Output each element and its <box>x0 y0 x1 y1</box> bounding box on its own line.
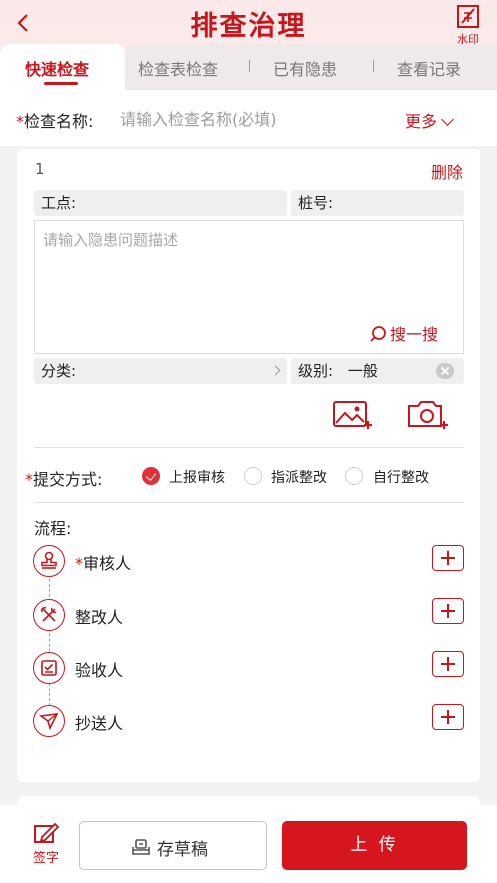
more-button[interactable]: 更多 <box>405 108 454 132</box>
submit-method-label: *提交方式: <box>25 466 102 490</box>
upload-button[interactable]: 上 传 <box>282 821 467 870</box>
tab-label: 快速检查 <box>25 60 90 79</box>
radio-report-review[interactable] <box>142 467 160 485</box>
clear-icon[interactable] <box>436 363 454 379</box>
flow-step-rectifier <box>33 599 65 631</box>
category-select[interactable]: 分类: <box>34 358 287 384</box>
send-icon <box>39 713 59 731</box>
save-draft-button[interactable]: 存草稿 <box>79 821 267 870</box>
hazard-index: 1 <box>35 160 45 178</box>
flow-connector <box>49 559 50 721</box>
watermark-icon <box>457 5 479 28</box>
submit-method-label-text: 提交方式: <box>33 470 103 489</box>
sign-button[interactable]: 签字 <box>28 823 64 867</box>
search-icon <box>370 326 386 342</box>
delete-button[interactable]: 删除 <box>431 159 463 183</box>
flow-step-acceptor <box>33 652 65 684</box>
signature-icon <box>34 823 59 843</box>
radio-report-review-label[interactable]: 上报审核 <box>169 467 225 487</box>
flow-step-reviewer <box>33 545 65 577</box>
flow-step-rectifier-name: 整改人 <box>75 608 124 627</box>
chevron-down-icon <box>441 113 454 126</box>
chevron-right-icon <box>270 365 281 376</box>
camera-add-icon <box>408 401 448 429</box>
radio-self-rectify-label[interactable]: 自行整改 <box>373 467 429 487</box>
header: 排查治理 水印 <box>0 0 497 48</box>
add-image-button[interactable] <box>332 399 374 435</box>
flow-step-acceptor-name: 验收人 <box>75 661 124 680</box>
required-mark: * <box>75 554 83 573</box>
search-label: 搜一搜 <box>390 325 439 344</box>
active-tab-indicator <box>44 82 78 85</box>
more-label: 更多 <box>405 112 438 131</box>
check-name-row: *检查名称: 更多 <box>0 90 497 146</box>
divider <box>34 447 464 448</box>
radio-self-rectify[interactable] <box>345 467 363 485</box>
reviewer-label: 审核人 <box>83 554 132 573</box>
stamp-icon <box>41 551 57 569</box>
watermark-button[interactable]: 水印 <box>451 4 485 46</box>
tab-quick-check[interactable]: 快速检查 <box>0 44 125 90</box>
checklist-icon <box>41 660 57 676</box>
add-rectifier-button[interactable] <box>432 598 464 624</box>
add-reviewer-button[interactable] <box>432 545 464 571</box>
radio-assign-rectify[interactable] <box>244 467 262 485</box>
level-select[interactable]: 级别: 一般 <box>291 358 464 384</box>
flow-step-cc-name: 抄送人 <box>75 714 124 733</box>
hazard-card: 1 删除 工点: 桩号: 搜一搜 分类: 级别: 一般 <box>17 149 480 782</box>
sign-label: 签字 <box>32 851 59 866</box>
divider <box>34 502 464 503</box>
category-label: 分类: <box>41 362 77 380</box>
tab-bar: 快速检查 检查表检查 已有隐患 查看记录 <box>0 44 497 90</box>
tools-icon <box>40 606 57 622</box>
level-value: 一般 <box>347 362 378 380</box>
take-photo-button[interactable] <box>406 399 450 435</box>
check-name-input[interactable] <box>120 107 390 131</box>
tab-checklist-check[interactable]: 检查表检查 <box>138 56 218 80</box>
add-image-icon <box>333 401 372 429</box>
check-name-label: *检查名称: <box>16 108 93 132</box>
required-mark: * <box>16 112 24 131</box>
search-button[interactable]: 搜一搜 <box>369 321 438 345</box>
pile-number-label: 桩号: <box>298 194 334 212</box>
pile-number-field[interactable]: 桩号: <box>291 190 464 216</box>
flow-step-reviewer-name: *审核人 <box>75 550 131 574</box>
save-draft-label: 存草稿 <box>157 840 208 860</box>
check-name-label-text: 检查名称: <box>24 112 94 131</box>
flow-step-cc <box>33 705 65 737</box>
page-title: 排查治理 <box>190 11 307 42</box>
tab-divider <box>249 60 250 72</box>
tab-view-records[interactable]: 查看记录 <box>397 56 461 80</box>
add-cc-button[interactable] <box>432 704 464 730</box>
radio-assign-rectify-label[interactable]: 指派整改 <box>271 467 327 487</box>
required-mark: * <box>25 470 33 489</box>
work-point-field[interactable]: 工点: <box>34 190 287 216</box>
draft-icon <box>132 839 150 855</box>
flow-label: 流程: <box>34 519 72 538</box>
work-point-label: 工点: <box>41 194 77 212</box>
add-acceptor-button[interactable] <box>432 651 464 677</box>
bottom-action-bar: 签字 存草稿 上 传 <box>0 805 497 883</box>
level-label: 级别: <box>298 362 334 380</box>
tab-existing-hazards[interactable]: 已有隐患 <box>273 56 337 80</box>
tab-divider <box>373 60 374 72</box>
